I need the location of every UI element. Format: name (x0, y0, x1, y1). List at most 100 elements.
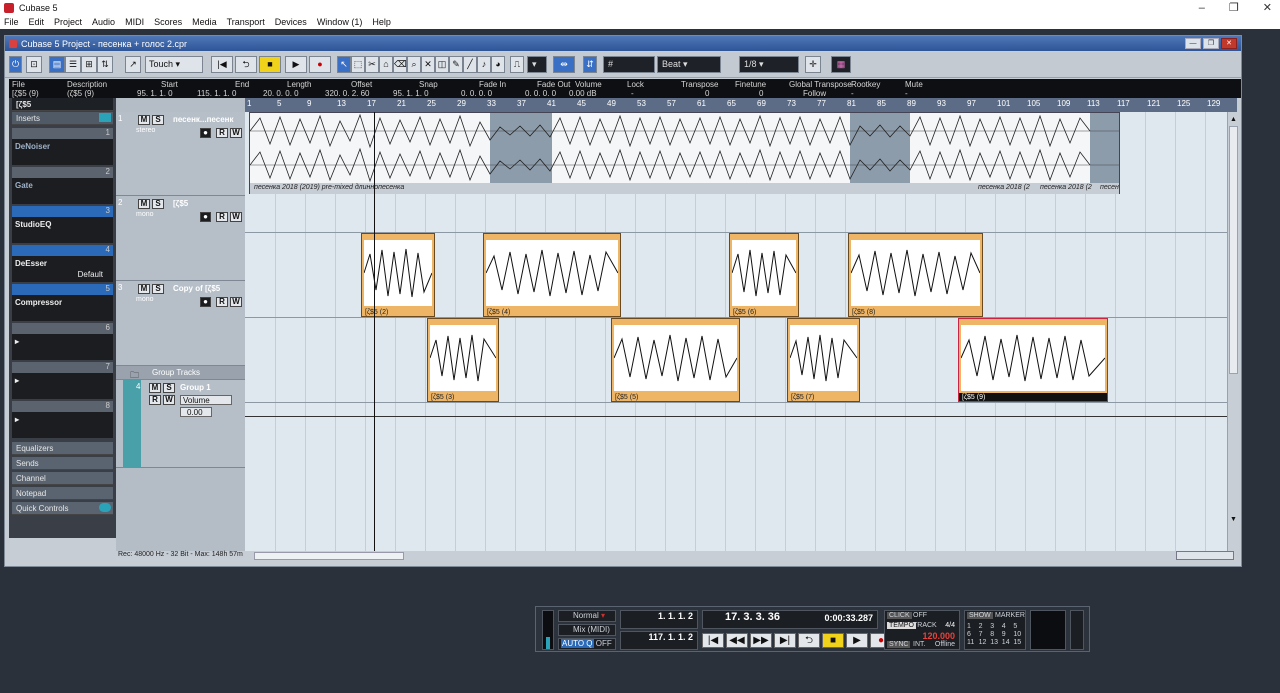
color-tool[interactable]: ◕ (491, 56, 505, 73)
inspector-notepad[interactable]: Notepad (12, 487, 113, 500)
insert-slot-4[interactable]: DeEsser Default (12, 256, 113, 282)
range-selection-tool[interactable]: ⬚ (351, 56, 365, 73)
info-transpose[interactable]: Transpose 0 (681, 80, 719, 98)
track-3-header[interactable]: 3 M S Copy of [ζ$5 mono ● R W (116, 281, 245, 366)
auto-quantize-toggle[interactable]: AUTO Q OFF (558, 638, 616, 650)
insert-slot-1[interactable]: DeNoiser (12, 139, 113, 165)
insert-slot-3-header[interactable]: 3 (12, 206, 113, 217)
menu-media[interactable]: Media (187, 17, 222, 27)
transport-go-to-start-button[interactable]: |◀ (702, 633, 724, 648)
marker-12-button[interactable]: 12 (979, 639, 991, 646)
group-tracks-folder[interactable]: 🗀 Group Tracks (116, 366, 245, 380)
go-to-start-button[interactable]: |◀ (211, 56, 233, 73)
tempo-value[interactable]: 120.000 (922, 631, 955, 641)
menu-devices[interactable]: Devices (270, 17, 312, 27)
automation-mode-icon[interactable]: ↗ (125, 56, 141, 73)
track-4-mute-button[interactable]: M (149, 383, 161, 393)
insert-slot-6[interactable]: ▸ (12, 334, 113, 360)
show-inspector-button[interactable]: ▤ (49, 56, 65, 73)
snap-on-off-button[interactable]: ⇹ (553, 56, 575, 73)
project-close-button[interactable]: ✕ (1221, 38, 1237, 49)
marker-3-button[interactable]: 3 (990, 623, 1002, 630)
timeline-ruler[interactable]: 1 5 9 13 17 21 25 29 33 37 41 45 49 53 57 61 65 69 73 77 81 8… (245, 98, 1237, 112)
inspector-equalizers[interactable]: Equalizers (12, 442, 113, 455)
audio-event-5[interactable]: [ζ$5 (5) (611, 318, 740, 402)
project-minimize-button[interactable]: — (1185, 38, 1201, 49)
project-cursor[interactable] (374, 112, 375, 551)
constrain-delay-button[interactable]: ⊡ (26, 56, 42, 73)
marker-13-button[interactable]: 13 (990, 639, 1002, 646)
arrange-area[interactable]: песенка 2018 (2019) pre-mixed длиннопесе… (245, 112, 1227, 551)
track-1-header[interactable]: 1 M S песенк...песенк stereo ● R W (116, 112, 245, 196)
info-snap[interactable]: Snap 95. 1. 1. 0 (393, 80, 438, 98)
primary-time-display[interactable]: 17. 3. 3. 36 0:00:33.287 (702, 610, 878, 629)
maximize-icon[interactable]: ❐ (1229, 1, 1239, 14)
click-toggle[interactable]: CLICK (887, 612, 912, 619)
marker-15-button[interactable]: 15 (1013, 639, 1025, 646)
insert-slot-1-header[interactable]: 1 (12, 128, 113, 139)
time-signature[interactable]: 4/4 (945, 622, 955, 629)
info-mute[interactable]: Mute - (905, 80, 923, 98)
menu-transport[interactable]: Transport (222, 17, 270, 27)
tempo-toggle[interactable]: TEMPO (887, 622, 916, 629)
track-3-solo-button[interactable]: S (152, 284, 164, 294)
cycle-record-mode-select[interactable]: Mix (MIDI) (558, 624, 616, 636)
insert-slot-4-header[interactable]: 4 (12, 245, 113, 256)
menu-window[interactable]: Window (1) (312, 17, 368, 27)
insert-slot-8-header[interactable]: 8 (12, 401, 113, 412)
erase-tool[interactable]: ⌫ (393, 56, 407, 73)
transport-play-button[interactable]: ▶ (846, 633, 868, 648)
snap-to-zero-button[interactable]: ⇵ (583, 56, 597, 73)
audio-event-4[interactable]: [ζ$5 (4) (483, 233, 621, 317)
track-4-header[interactable]: 4 M S Group 1 R W Volume 0.00 (116, 380, 245, 468)
record-mode-select[interactable]: Normal ▾ (558, 610, 616, 622)
mute-tool[interactable]: ✕ (421, 56, 435, 73)
play-tool[interactable]: ♪ (477, 56, 491, 73)
record-button[interactable]: ● (309, 56, 331, 73)
marker-14-button[interactable]: 14 (1002, 639, 1014, 646)
info-length[interactable]: Length 20. 0. 0. 0 (263, 80, 311, 98)
horizontal-zoom-slider[interactable] (1176, 551, 1234, 560)
track-2-solo-button[interactable]: S (152, 199, 164, 209)
show-infoline-button[interactable]: ☰ (65, 56, 81, 73)
info-finetune[interactable]: Finetune 0 (735, 80, 766, 98)
marker-9-button[interactable]: 9 (1002, 631, 1014, 638)
quantize-select[interactable]: 1/8 ▾ (739, 56, 799, 73)
snap-type-select[interactable]: Beat ▾ (657, 56, 721, 73)
left-locator[interactable]: 1. 1. 1. 2 (620, 610, 698, 629)
menu-audio[interactable]: Audio (87, 17, 120, 27)
menu-file[interactable]: File (0, 17, 24, 27)
insert-slot-7[interactable]: ▸ (12, 373, 113, 399)
transport-cycle-button[interactable]: ⮌ (798, 633, 820, 648)
menu-midi[interactable]: MIDI (120, 17, 149, 27)
audio-event-6[interactable]: [ζ$5 (6) (729, 233, 799, 317)
info-fade-in[interactable]: Fade In 0. 0. 0. 0 (461, 80, 506, 98)
audio-event-9-selected[interactable]: [ζ$5 (9) (958, 318, 1108, 402)
menu-project[interactable]: Project (49, 17, 87, 27)
info-global-transpose[interactable]: Global Transpose Follow (789, 80, 852, 98)
track-3-record-enable-button[interactable]: ● (200, 297, 211, 307)
insert-slot-6-header[interactable]: 6 (12, 323, 113, 334)
insert-slot-5[interactable]: Compressor (12, 295, 113, 321)
track-1-record-enable-button[interactable]: ● (200, 128, 211, 138)
info-rootkey[interactable]: Rootkey - (851, 80, 880, 98)
track-4-volume-value[interactable]: 0.00 (180, 407, 212, 417)
cursor-tool-button[interactable]: ✛ (805, 56, 821, 73)
track-3-read-button[interactable]: R (216, 297, 228, 307)
track-2-mute-button[interactable]: M (138, 199, 150, 209)
vertical-scrollbar[interactable]: ▲ ▼ (1227, 112, 1239, 551)
track-4-write-button[interactable]: W (163, 395, 175, 405)
insert-slot-7-header[interactable]: 7 (12, 362, 113, 373)
horizontal-scrollbar[interactable]: Rec: 48000 Hz - 32 Bit - Max: 148h 57m (116, 551, 1237, 561)
track-1-solo-button[interactable]: S (152, 115, 164, 125)
marker-11-button[interactable]: 11 (967, 639, 979, 646)
marker-10-button[interactable]: 10 (1013, 631, 1025, 638)
info-lock[interactable]: Lock - (623, 80, 644, 98)
info-fade-out[interactable]: Fade Out 0. 0. 0. 0 (525, 80, 570, 98)
right-locator[interactable]: 117. 1. 1. 2 (620, 631, 698, 650)
inserts-header[interactable]: Inserts (12, 112, 113, 125)
insert-slot-8[interactable]: ▸ (12, 412, 113, 438)
track-2-read-button[interactable]: R (216, 212, 228, 222)
audio-event-7[interactable]: [ζ$5 (7) (787, 318, 860, 402)
inspector-sends[interactable]: Sends (12, 457, 113, 470)
